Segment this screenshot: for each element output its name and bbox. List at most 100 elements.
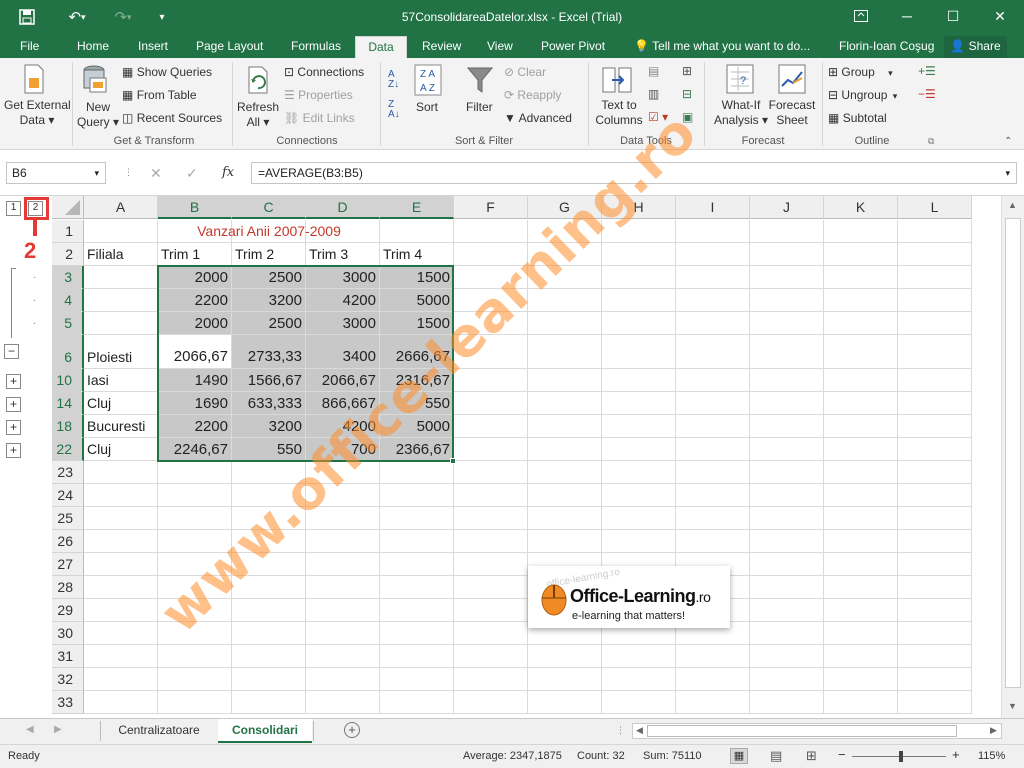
cell-f30[interactable] (454, 622, 528, 645)
cell-j24[interactable] (750, 484, 824, 507)
select-all-button[interactable] (52, 196, 84, 219)
cell-h22[interactable] (602, 438, 676, 461)
cell-j32[interactable] (750, 668, 824, 691)
cell-b32[interactable] (158, 668, 232, 691)
advanced-filter-button[interactable]: ▼ Advanced (504, 111, 572, 125)
sort-descending-button[interactable]: Z A↓ (388, 100, 400, 120)
next-sheet-icon[interactable]: ▶ (54, 724, 62, 735)
row-header-32[interactable]: 32 (52, 668, 84, 691)
cell-j28[interactable] (750, 576, 824, 599)
get-external-data-button[interactable]: Get External Data ▾ (4, 98, 71, 128)
outline-level-1-button[interactable]: 1 (6, 201, 21, 216)
expand-group-button[interactable]: + (6, 374, 21, 389)
close-button[interactable]: ✕ (977, 0, 1023, 32)
cell-f18[interactable] (454, 415, 528, 438)
cell-k30[interactable] (824, 622, 898, 645)
new-query-button[interactable]: New Query ▾ (76, 100, 120, 130)
reapply-button[interactable]: ⟳ Reapply (504, 88, 561, 102)
cell-h32[interactable] (602, 668, 676, 691)
share-button[interactable]: 👤 Share (944, 36, 1007, 58)
sort-button[interactable]: Sort (416, 100, 438, 114)
row-header-27[interactable]: 27 (52, 553, 84, 576)
cell-h14[interactable] (602, 392, 676, 415)
cell-c33[interactable] (232, 691, 306, 714)
row-header-23[interactable]: 23 (52, 461, 84, 484)
column-header-f[interactable]: F (454, 196, 528, 219)
cell-g23[interactable] (528, 461, 602, 484)
sheet-tab-centralizatoare[interactable]: Centralizatoare (102, 719, 216, 743)
cell-e26[interactable] (380, 530, 454, 553)
cell-f29[interactable] (454, 599, 528, 622)
zoom-in-button[interactable]: + (952, 747, 960, 762)
row-header-24[interactable]: 24 (52, 484, 84, 507)
cell-k5[interactable] (824, 312, 898, 335)
tab-formulas[interactable]: Formulas (281, 36, 351, 58)
prev-sheet-icon[interactable]: ◀ (26, 724, 34, 735)
cell-l23[interactable] (898, 461, 972, 484)
cell-l26[interactable] (898, 530, 972, 553)
tab-power-pivot[interactable]: Power Pivot (531, 36, 615, 58)
cell-l28[interactable] (898, 576, 972, 599)
cell-i6[interactable] (676, 335, 750, 369)
cell-l24[interactable] (898, 484, 972, 507)
page-break-view-icon[interactable]: ⊞ (806, 748, 817, 764)
cell-i3[interactable] (676, 266, 750, 289)
cell-c31[interactable] (232, 645, 306, 668)
cell-l18[interactable] (898, 415, 972, 438)
cell-k2[interactable] (824, 243, 898, 266)
cell-f28[interactable] (454, 576, 528, 599)
row-header-25[interactable]: 25 (52, 507, 84, 530)
what-if-analysis-button[interactable]: What-If Analysis ▾ (712, 98, 770, 128)
cell-j1[interactable] (750, 220, 824, 243)
cell-a28[interactable] (84, 576, 158, 599)
cell-i32[interactable] (676, 668, 750, 691)
cell-h5[interactable] (602, 312, 676, 335)
consolidate-icon[interactable]: ⊞ (682, 64, 692, 78)
cell-a32[interactable] (84, 668, 158, 691)
sheet-tab-consolidari[interactable]: Consolidari (218, 719, 312, 743)
cell-f27[interactable] (454, 553, 528, 576)
row-header-3[interactable]: 3 (52, 266, 84, 289)
cell-j2[interactable] (750, 243, 824, 266)
cell-h23[interactable] (602, 461, 676, 484)
cell-k26[interactable] (824, 530, 898, 553)
vertical-scrollbar[interactable]: ▲ ▼ (1001, 196, 1024, 718)
cell-g6[interactable] (528, 335, 602, 369)
cell-e32[interactable] (380, 668, 454, 691)
cell-j29[interactable] (750, 599, 824, 622)
cell-i18[interactable] (676, 415, 750, 438)
cell-e27[interactable] (380, 553, 454, 576)
horizontal-scroll-thumb[interactable] (647, 725, 957, 737)
row-header-18[interactable]: 18 (52, 415, 84, 438)
cell-e24[interactable] (380, 484, 454, 507)
cell-k23[interactable] (824, 461, 898, 484)
scroll-down-icon[interactable]: ▼ (1008, 701, 1017, 711)
cell-b2[interactable]: Trim 1 (158, 243, 232, 266)
horizontal-scrollbar[interactable]: ◀ ▶ (632, 723, 1002, 739)
ribbon-display-icon[interactable] (838, 0, 884, 32)
row-header-14[interactable]: 14 (52, 392, 84, 415)
cell-i10[interactable] (676, 369, 750, 392)
cell-a24[interactable] (84, 484, 158, 507)
cell-i31[interactable] (676, 645, 750, 668)
cell-f22[interactable] (454, 438, 528, 461)
cell-f31[interactable] (454, 645, 528, 668)
cell-e2[interactable]: Trim 4 (380, 243, 454, 266)
cell-d32[interactable] (306, 668, 380, 691)
cell-a30[interactable] (84, 622, 158, 645)
row-header-10[interactable]: 10 (52, 369, 84, 392)
edit-links-button[interactable]: ⛓ Edit Links (284, 111, 355, 125)
column-header-d[interactable]: D (306, 196, 380, 219)
cell-l6[interactable] (898, 335, 972, 369)
cell-i5[interactable] (676, 312, 750, 335)
cell-a1[interactable] (84, 220, 158, 243)
cell-l4[interactable] (898, 289, 972, 312)
cell-i22[interactable] (676, 438, 750, 461)
text-to-columns-button[interactable]: Text to Columns (592, 98, 646, 128)
row-header-26[interactable]: 26 (52, 530, 84, 553)
cell-l1[interactable] (898, 220, 972, 243)
cell-a10[interactable]: Iasi (84, 369, 158, 392)
confirm-edit-icon[interactable]: ✓ (186, 165, 198, 182)
row-header-28[interactable]: 28 (52, 576, 84, 599)
subtotal-button[interactable]: ▦ Subtotal (828, 111, 887, 125)
